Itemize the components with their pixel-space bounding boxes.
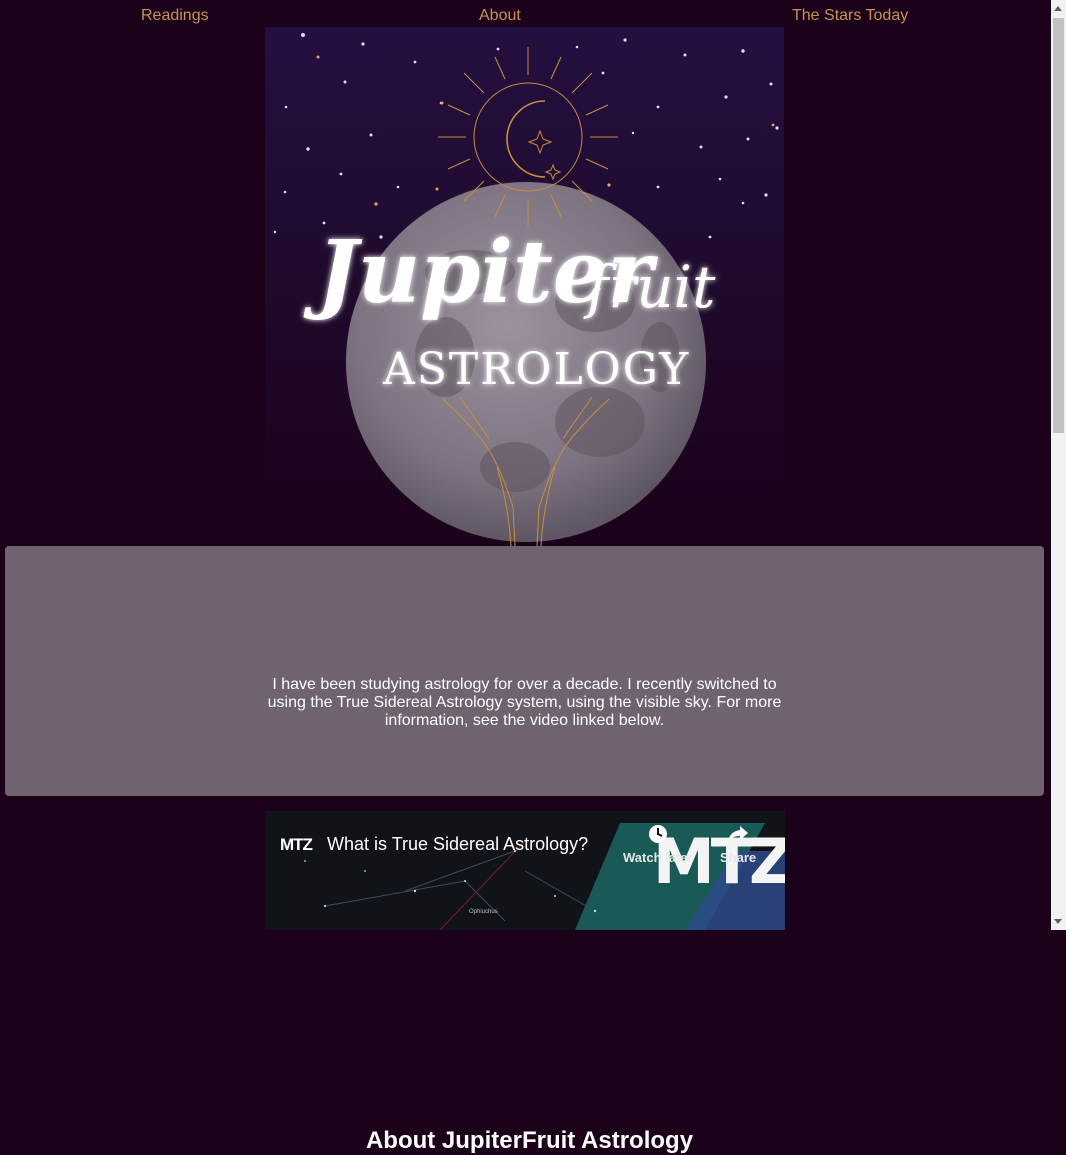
scroll-up-arrow-icon[interactable] xyxy=(1054,6,1062,11)
scroll-down-arrow-icon[interactable] xyxy=(1054,919,1062,924)
video-embed[interactable]: MTZ What is True Sidereal Astrology? MTZ… xyxy=(265,811,785,930)
video-title[interactable]: What is True Sidereal Astrology? xyxy=(327,834,588,855)
logo-sub: ASTROLOGY xyxy=(382,344,690,395)
about-title: About JupiterFruit Astrology xyxy=(365,1127,694,1154)
about-body: I have been studying astrology for over … xyxy=(267,676,782,729)
clock-icon xyxy=(648,825,667,843)
watch-later-label: Watch later xyxy=(623,850,693,865)
page: Readings About The Stars Today Jupiter f… xyxy=(0,0,1051,1154)
watch-later-button[interactable]: Watch later xyxy=(623,823,693,865)
share-label: Share xyxy=(720,850,757,865)
scrollbar[interactable] xyxy=(1051,0,1066,930)
share-button[interactable]: Share xyxy=(720,823,756,865)
nav-about[interactable]: About xyxy=(479,7,521,25)
about-card: About JupiterFruit Astrology I have been… xyxy=(5,546,1044,1154)
hero-banner: Jupiter fruit ASTROLOGY xyxy=(265,27,784,546)
logo-word2: fruit xyxy=(583,253,716,321)
channel-logo[interactable]: MTZ xyxy=(280,835,313,855)
nav-stars-today[interactable]: The Stars Today xyxy=(792,7,908,25)
nav-readings[interactable]: Readings xyxy=(141,7,209,25)
share-icon xyxy=(728,826,749,842)
scroll-thumb[interactable] xyxy=(1053,18,1064,433)
video-caption: Ophiuchus xyxy=(469,909,498,915)
top-nav: Readings About The Stars Today xyxy=(0,0,1051,30)
